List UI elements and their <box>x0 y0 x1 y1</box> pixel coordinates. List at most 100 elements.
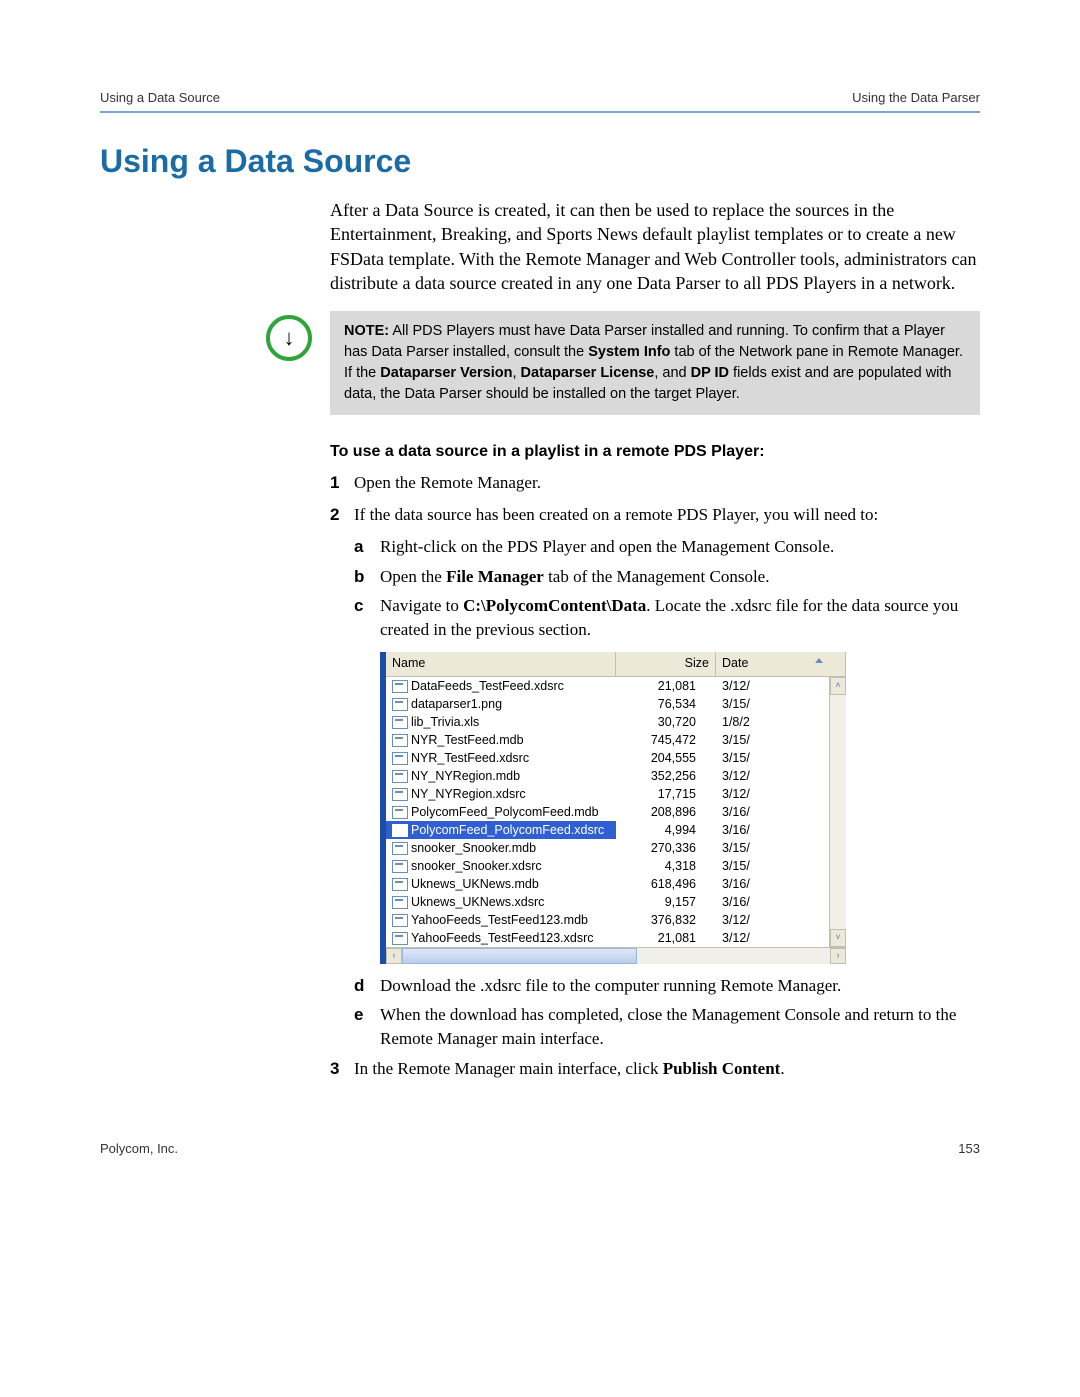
note-text-3: , <box>512 365 520 381</box>
step-1: 1 Open the Remote Manager. <box>330 471 980 495</box>
step-2e-label: e <box>354 1003 380 1051</box>
file-row[interactable]: NYR_TestFeed.mdb745,4723/15/ <box>386 731 846 749</box>
file-size-cell: 352,256 <box>616 767 716 785</box>
header-right: Using the Data Parser <box>852 90 980 105</box>
file-size-cell: 76,534 <box>616 695 716 713</box>
hscroll-thumb[interactable] <box>402 948 637 964</box>
file-date-cell: 3/16/ <box>716 821 846 839</box>
file-icon <box>392 680 408 693</box>
file-date-cell: 3/15/ <box>716 857 846 875</box>
file-name-cell: NY_NYRegion.mdb <box>386 767 616 785</box>
file-row[interactable]: NY_NYRegion.mdb352,2563/12/ <box>386 767 846 785</box>
file-size-cell: 30,720 <box>616 713 716 731</box>
file-name: lib_Trivia.xls <box>411 715 479 729</box>
step-3-text: In the Remote Manager main interface, cl… <box>354 1057 980 1081</box>
file-icon <box>392 716 408 729</box>
step-1-num: 1 <box>330 471 354 495</box>
scroll-up-button[interactable]: ˄ <box>830 677 846 695</box>
note-bold-dp-version: Dataparser Version <box>380 365 512 381</box>
file-date-cell: 3/16/ <box>716 803 846 821</box>
file-date-cell: 3/12/ <box>716 785 846 803</box>
file-name-cell: PolycomFeed_PolycomFeed.xdsrc <box>386 821 616 839</box>
file-date-cell: 1/8/2 <box>716 713 846 731</box>
file-icon <box>392 824 408 837</box>
file-date-cell: 3/12/ <box>716 911 846 929</box>
file-size-cell: 21,081 <box>616 929 716 947</box>
hscroll-track[interactable] <box>402 948 830 964</box>
file-row[interactable]: PolycomFeed_PolycomFeed.mdb208,8963/16/ <box>386 803 846 821</box>
footer-company: Polycom, Inc. <box>100 1141 178 1156</box>
step-2c-label: c <box>354 594 380 642</box>
col-header-date-label: Date <box>722 656 748 670</box>
step-2c-bold: C:\PolycomContent\Data <box>463 596 646 615</box>
horizontal-scrollbar[interactable]: ‹ › <box>386 947 846 964</box>
file-name-cell: Uknews_UKNews.xdsrc <box>386 893 616 911</box>
note-box: NOTE: All PDS Players must have Data Par… <box>330 311 980 415</box>
step-2b-t2: tab of the Management Console. <box>544 567 770 586</box>
file-row[interactable]: YahooFeeds_TestFeed123.xdsrc21,0813/12/ <box>386 929 846 947</box>
step-2a: a Right-click on the PDS Player and open… <box>354 535 980 559</box>
file-name: PolycomFeed_PolycomFeed.xdsrc <box>411 823 604 837</box>
file-name-cell: snooker_Snooker.xdsrc <box>386 857 616 875</box>
step-2c-text: Navigate to C:\PolycomContent\Data. Loca… <box>380 594 980 642</box>
file-row[interactable]: Uknews_UKNews.mdb618,4963/16/ <box>386 875 846 893</box>
note-bold-system-info: System Info <box>588 344 670 360</box>
file-icon <box>392 896 408 909</box>
col-header-date[interactable]: Date <box>716 652 846 677</box>
step-2c-t1: Navigate to <box>380 596 463 615</box>
note-text-4: , and <box>654 365 690 381</box>
scroll-down-button[interactable]: ˅ <box>830 929 846 947</box>
col-header-name[interactable]: Name <box>386 652 616 677</box>
file-size-cell: 21,081 <box>616 677 716 695</box>
file-icon <box>392 734 408 747</box>
file-row[interactable]: snooker_Snooker.mdb270,3363/15/ <box>386 839 846 857</box>
file-date-cell: 3/12/ <box>716 929 846 947</box>
file-row[interactable]: Uknews_UKNews.xdsrc9,1573/16/ <box>386 893 846 911</box>
procedure-steps: 1 Open the Remote Manager. 2 If the data… <box>330 471 980 1080</box>
step-2a-text: Right-click on the PDS Player and open t… <box>380 535 980 559</box>
step-2e: e When the download has completed, close… <box>354 1003 980 1051</box>
file-name: DataFeeds_TestFeed.xdsrc <box>411 679 564 693</box>
file-name: NYR_TestFeed.mdb <box>411 733 524 747</box>
step-2d: d Download the .xdsrc file to the comput… <box>354 974 980 998</box>
step-2e-text: When the download has completed, close t… <box>380 1003 980 1051</box>
scroll-track[interactable] <box>830 695 846 929</box>
file-row[interactable]: PolycomFeed_PolycomFeed.xdsrc4,9943/16/ <box>386 821 846 839</box>
col-header-size[interactable]: Size <box>616 652 716 677</box>
file-icon <box>392 842 408 855</box>
file-name: NY_NYRegion.xdsrc <box>411 787 526 801</box>
file-size-cell: 618,496 <box>616 875 716 893</box>
file-icon <box>392 860 408 873</box>
vertical-scrollbar[interactable]: ˄ ˅ <box>829 677 846 947</box>
file-name-cell: NYR_TestFeed.xdsrc <box>386 749 616 767</box>
file-row[interactable]: dataparser1.png76,5343/15/ <box>386 695 846 713</box>
step-3-t2: . <box>780 1059 784 1078</box>
file-name-cell: lib_Trivia.xls <box>386 713 616 731</box>
file-list-header: Name Size Date <box>386 652 846 677</box>
file-size-cell: 270,336 <box>616 839 716 857</box>
file-icon <box>392 788 408 801</box>
scroll-right-button[interactable]: › <box>830 948 846 964</box>
file-name-cell: snooker_Snooker.mdb <box>386 839 616 857</box>
file-row[interactable]: DataFeeds_TestFeed.xdsrc 21,0813/12/ <box>386 677 846 695</box>
file-name: dataparser1.png <box>411 697 502 711</box>
scroll-left-button[interactable]: ‹ <box>386 948 402 964</box>
step-2-text: If the data source has been created on a… <box>354 503 980 527</box>
file-name-cell: Uknews_UKNews.mdb <box>386 875 616 893</box>
intro-paragraph: After a Data Source is created, it can t… <box>330 198 980 295</box>
file-name-cell: YahooFeeds_TestFeed123.mdb <box>386 911 616 929</box>
file-row[interactable]: YahooFeeds_TestFeed123.mdb376,8323/12/ <box>386 911 846 929</box>
file-icon <box>392 752 408 765</box>
step-2a-label: a <box>354 535 380 559</box>
file-name-cell: YahooFeeds_TestFeed123.xdsrc <box>386 929 616 947</box>
page-header: Using a Data Source Using the Data Parse… <box>100 90 980 113</box>
step-2b: b Open the File Manager tab of the Manag… <box>354 565 980 589</box>
note-icon-wrap: ↓ <box>100 311 330 361</box>
file-row[interactable]: NYR_TestFeed.xdsrc204,5553/15/ <box>386 749 846 767</box>
file-date-cell: 3/12/ <box>716 677 846 695</box>
file-row[interactable]: snooker_Snooker.xdsrc4,3183/15/ <box>386 857 846 875</box>
step-3: 3 In the Remote Manager main interface, … <box>330 1057 980 1081</box>
file-row[interactable]: lib_Trivia.xls 30,7201/8/2 <box>386 713 846 731</box>
file-name: Uknews_UKNews.mdb <box>411 877 539 891</box>
file-row[interactable]: NY_NYRegion.xdsrc17,7153/12/ <box>386 785 846 803</box>
